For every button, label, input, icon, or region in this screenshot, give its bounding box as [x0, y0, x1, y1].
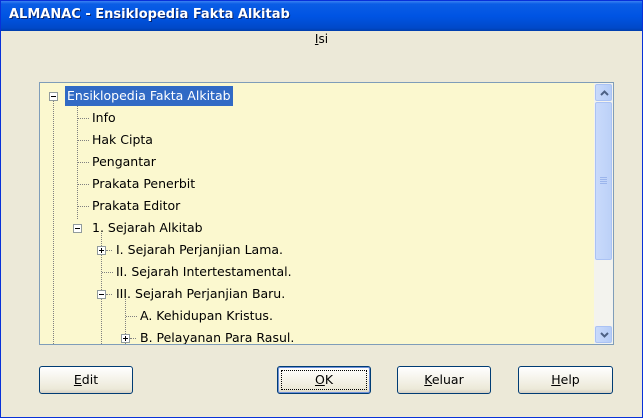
tree-item-pengantar[interactable]: Pengantar — [92, 151, 156, 173]
tree-content: Ensiklopedia Fakta Alkitab Info Hak Cipt… — [40, 83, 593, 344]
tree-line — [130, 338, 136, 339]
tree-item-root[interactable]: Ensiklopedia Fakta Alkitab — [65, 86, 233, 106]
window-title: ALMANAC - Ensiklopedia Fakta Alkitab — [9, 7, 290, 22]
expand-icon[interactable] — [97, 246, 106, 255]
chevron-down-icon — [600, 332, 609, 338]
tree-line — [106, 294, 112, 295]
tree-item-sejarah-alkitab[interactable]: 1. Sejarah Alkitab — [92, 217, 203, 239]
tree-line — [102, 272, 113, 273]
chevron-up-icon — [600, 90, 609, 96]
tree-line — [78, 140, 89, 141]
tree-item-sejarah-pb[interactable]: III. Sejarah Perjanjian Baru. — [116, 283, 285, 305]
tree-line — [77, 97, 78, 219]
scroll-thumb[interactable] — [595, 102, 612, 260]
tree-item-hak-cipta[interactable]: Hak Cipta — [92, 129, 153, 151]
keluar-button-rest: eluar — [431, 372, 464, 387]
keluar-button[interactable]: Keluar — [397, 366, 491, 394]
grip-line — [600, 179, 607, 180]
collapse-icon[interactable] — [97, 290, 106, 299]
expand-icon[interactable] — [121, 334, 130, 343]
vertical-scrollbar[interactable] — [594, 83, 613, 344]
tree-item-sejarah-pl[interactable]: I. Sejarah Perjanjian Lama. — [116, 239, 283, 261]
grip-line — [600, 177, 607, 178]
collapse-icon[interactable] — [73, 224, 82, 233]
tree-line — [78, 118, 89, 119]
title-bar[interactable]: ALMANAC - Ensiklopedia Fakta Alkitab — [1, 1, 642, 31]
help-button-rest: elp — [560, 372, 580, 387]
panel-label-rest: si — [318, 32, 329, 46]
edit-button-rest: dit — [81, 372, 99, 387]
help-button-accel: H — [551, 372, 561, 387]
scroll-down-button[interactable] — [595, 326, 612, 343]
tree-line — [106, 250, 112, 251]
tree-line — [53, 100, 54, 344]
tree-line — [78, 162, 89, 163]
scroll-up-button[interactable] — [595, 84, 612, 101]
collapse-icon[interactable] — [49, 92, 58, 101]
tree-line — [78, 206, 89, 207]
tree-item-prakata-penerbit[interactable]: Prakata Penerbit — [92, 173, 195, 195]
tree-line — [126, 316, 137, 317]
tree-item-kehidupan-kristus[interactable]: A. Kehidupan Kristus. — [140, 305, 273, 327]
tree-line — [78, 184, 89, 185]
focus-rect — [281, 370, 367, 390]
tree-item-pelayanan-rasul[interactable]: B. Pelayanan Para Rasul. — [140, 327, 294, 344]
grip-line — [600, 183, 607, 184]
panel-label: Isi — [0, 32, 643, 46]
tree-item-prakata-editor[interactable]: Prakata Editor — [92, 195, 180, 217]
ok-button[interactable]: OK — [277, 366, 371, 394]
edit-button[interactable]: Edit — [39, 366, 133, 394]
keluar-button-accel: K — [424, 372, 432, 387]
tree-view[interactable]: Ensiklopedia Fakta Alkitab Info Hak Cipt… — [39, 82, 614, 345]
help-button[interactable]: Help — [518, 366, 613, 394]
grip-line — [600, 181, 607, 182]
tree-item-sejarah-intertestamental[interactable]: II. Sejarah Intertestamental. — [116, 261, 292, 283]
edit-button-accel: E — [73, 372, 82, 387]
tree-item-info[interactable]: Info — [92, 107, 116, 129]
